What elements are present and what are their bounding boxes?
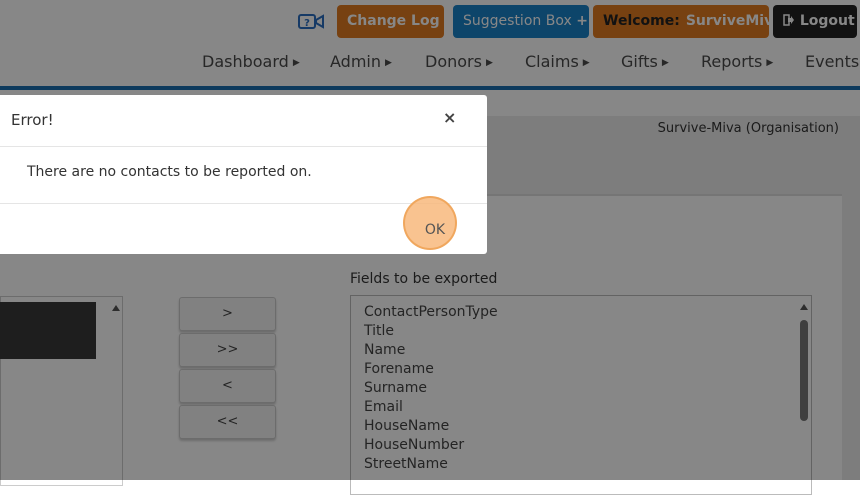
error-dialog: Error! × There are no contacts to be rep… — [0, 95, 487, 254]
close-icon[interactable]: × — [443, 108, 456, 127]
dialog-title: Error! — [11, 111, 54, 129]
dialog-message: There are no contacts to be reported on. — [27, 164, 312, 180]
ok-button[interactable]: OK — [414, 217, 456, 243]
dialog-divider — [0, 146, 487, 147]
